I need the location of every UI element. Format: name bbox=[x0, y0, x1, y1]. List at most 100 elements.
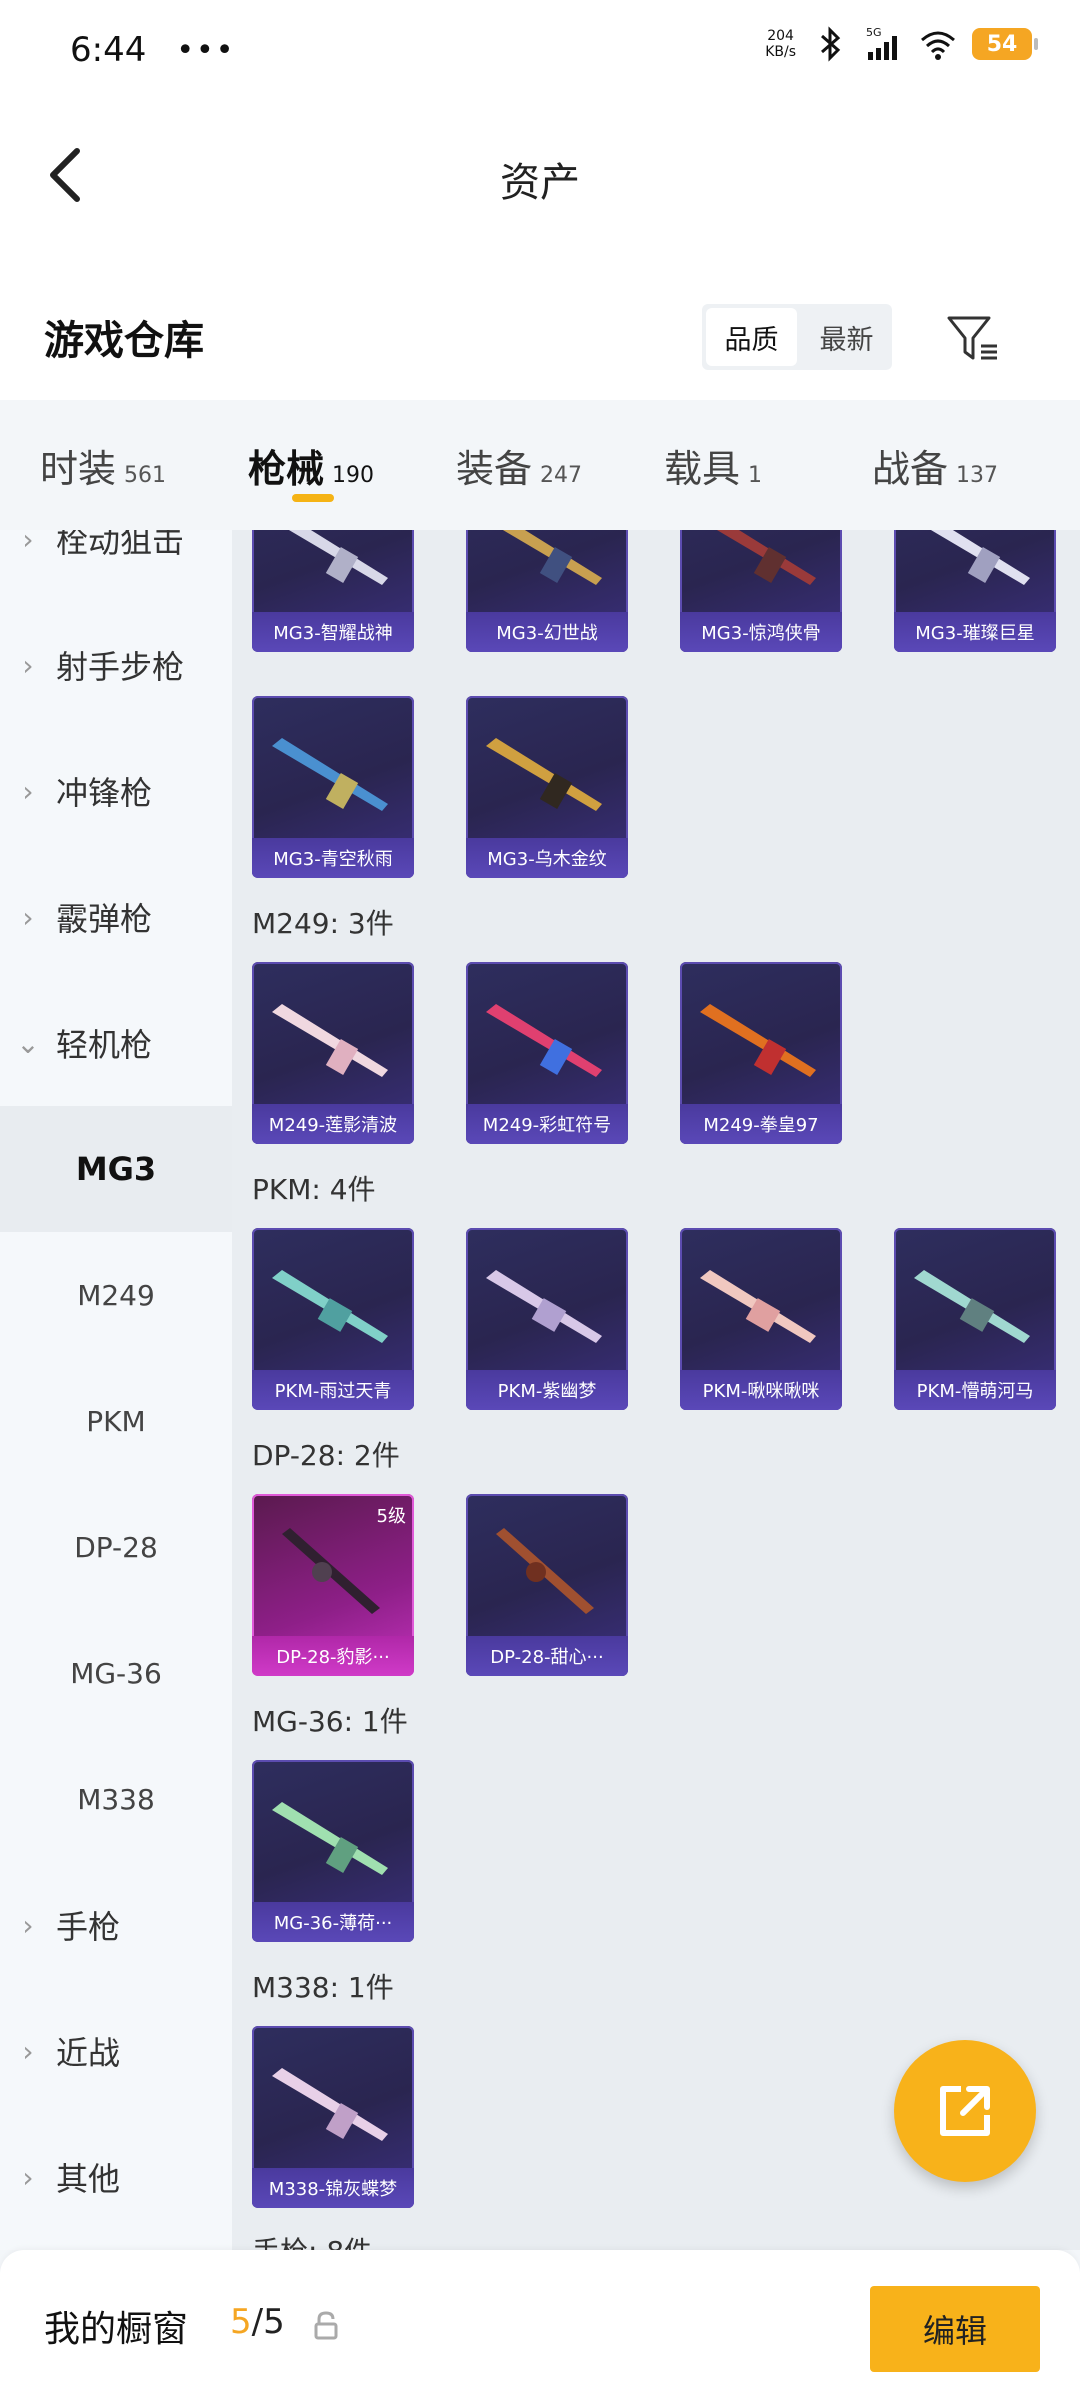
showcase-count: 5/5 bbox=[230, 2302, 285, 2342]
skin-card[interactable]: PKM-雨过天青 bbox=[252, 1228, 414, 1410]
group-label-pistol: 手枪: 8件 bbox=[252, 2230, 372, 2250]
sidebar-item-label: 轻机枪 bbox=[56, 1026, 153, 1064]
chevron-right-icon: › bbox=[22, 1908, 34, 1942]
showcase-bar: 我的橱窗 5/5 编辑 bbox=[0, 2250, 1080, 2400]
skin-card-label: M249-拳皇97 bbox=[680, 1104, 842, 1144]
tab-count: 1 bbox=[748, 462, 763, 488]
machine-gun-icon bbox=[496, 1528, 594, 1614]
sidebar-item-label: 冲锋枪 bbox=[56, 774, 153, 812]
net-speed: 204 KB/s bbox=[765, 28, 796, 60]
battery-indicator: 54 bbox=[972, 28, 1038, 60]
skin-card[interactable]: MG3-璀璨巨星 bbox=[894, 530, 1056, 652]
sidebar-item-smg[interactable]: › 冲锋枪 bbox=[0, 728, 232, 854]
skin-card[interactable]: M249-莲影清波 bbox=[252, 962, 414, 1144]
cell-signal-icon: 5G bbox=[866, 26, 897, 60]
showcase-count-total: /5 bbox=[251, 2302, 285, 2342]
weapon-category-sidebar: › 栓动狙击 › 射手步枪 › 冲锋枪 › 霰弹枪 ⌄ 轻机枪 MG3 M249… bbox=[0, 530, 232, 2250]
category-tabs: 时装 561 枪械 190 装备 247 载具 1 战备 137 bbox=[0, 400, 1080, 530]
skin-card-label: MG3-青空秋雨 bbox=[252, 838, 414, 878]
signal-type-label: 5G bbox=[866, 26, 882, 39]
sidebar-item-label: 近战 bbox=[56, 2034, 121, 2072]
machine-gun-icon bbox=[282, 1528, 380, 1614]
sidebar-item-melee[interactable]: › 近战 bbox=[0, 1988, 232, 2114]
machine-gun-icon bbox=[502, 530, 602, 585]
sidebar-sub-pkm[interactable]: PKM bbox=[0, 1358, 232, 1484]
machine-gun-icon bbox=[930, 530, 1030, 585]
edit-button[interactable]: 编辑 bbox=[870, 2286, 1040, 2372]
active-tab-indicator bbox=[292, 493, 334, 502]
sidebar-item-label: 其他 bbox=[56, 2160, 121, 2198]
external-link-icon bbox=[940, 2086, 990, 2136]
skin-card[interactable]: MG3-智耀战神 bbox=[252, 530, 414, 652]
skin-card[interactable]: DP-28-甜心··· bbox=[466, 1494, 628, 1676]
sidebar-sub-dp28[interactable]: DP-28 bbox=[0, 1484, 232, 1610]
sidebar-item-label: 栓动狙击 bbox=[56, 530, 185, 560]
sidebar-item-other[interactable]: › 其他 bbox=[0, 2114, 232, 2240]
sort-quality-button[interactable]: 品质 bbox=[706, 308, 797, 366]
skin-card-label: M249-彩虹符号 bbox=[466, 1104, 628, 1144]
sort-newest-button[interactable]: 最新 bbox=[801, 304, 892, 370]
skin-card[interactable]: 5级 DP-28-豹影··· bbox=[252, 1494, 414, 1676]
skin-row: MG-36-薄荷··· bbox=[252, 1760, 414, 1942]
machine-gun-icon bbox=[486, 738, 602, 811]
skin-card-label: MG3-璀璨巨星 bbox=[894, 612, 1056, 652]
skin-card[interactable]: MG3-惊鸿侠骨 bbox=[680, 530, 842, 652]
tab-firearms[interactable]: 枪械 190 bbox=[248, 438, 456, 502]
sidebar-sub-m338[interactable]: M338 bbox=[0, 1736, 232, 1862]
tab-count: 247 bbox=[540, 462, 583, 488]
wifi-icon bbox=[921, 31, 955, 60]
tab-label: 载具 bbox=[664, 446, 741, 491]
sidebar-item-shotgun[interactable]: › 霰弹枪 bbox=[0, 854, 232, 980]
skin-row: MG3-智耀战神 MG3-幻世战 MG3-惊鸿侠骨 MG3-璀璨巨星 bbox=[252, 530, 1056, 652]
status-more-dots: ••• bbox=[176, 32, 236, 68]
group-label-m249: M249: 3件 bbox=[252, 907, 394, 940]
tab-fashion[interactable]: 时装 561 bbox=[40, 438, 248, 493]
sidebar-sub-mg36[interactable]: MG-36 bbox=[0, 1610, 232, 1736]
skin-card-label: M249-莲影清波 bbox=[252, 1104, 414, 1144]
skin-card[interactable]: PKM-啾咪啾咪 bbox=[680, 1228, 842, 1410]
sidebar-item-lmg[interactable]: ⌄ 轻机枪 bbox=[0, 980, 232, 1106]
chevron-right-icon: › bbox=[22, 530, 34, 556]
sidebar-item-pistol[interactable]: › 手枪 bbox=[0, 1862, 232, 1988]
share-fab-button[interactable] bbox=[894, 2040, 1036, 2182]
tab-label: 战备 bbox=[872, 446, 949, 491]
skin-card[interactable]: M249-彩虹符号 bbox=[466, 962, 628, 1144]
skin-card-label: PKM-啾咪啾咪 bbox=[680, 1370, 842, 1410]
page-title: 资产 bbox=[500, 160, 580, 206]
skin-card[interactable]: MG3-幻世战 bbox=[466, 530, 628, 652]
machine-gun-icon bbox=[288, 530, 388, 585]
showcase-label: 我的橱窗 bbox=[44, 2309, 189, 2350]
sidebar-sub-mg3[interactable]: MG3 bbox=[0, 1106, 232, 1232]
warehouse-header: 游戏仓库 品质 最新 bbox=[0, 250, 1080, 400]
group-label-mg36: MG-36: 1件 bbox=[252, 1705, 408, 1738]
skin-card[interactable]: MG-36-薄荷··· bbox=[252, 1760, 414, 1942]
tab-vehicles[interactable]: 载具 1 bbox=[664, 438, 872, 493]
chevron-right-icon: › bbox=[22, 2160, 34, 2194]
tab-equipment[interactable]: 装备 247 bbox=[456, 438, 664, 493]
machine-gun-icon bbox=[914, 1270, 1030, 1343]
skin-row: M338-锦灰蝶梦 bbox=[252, 2026, 414, 2208]
skin-card-label: MG3-幻世战 bbox=[466, 612, 628, 652]
filter-button[interactable] bbox=[938, 304, 1008, 374]
skin-card[interactable]: PKM-懵萌河马 bbox=[894, 1228, 1056, 1410]
bluetooth-icon bbox=[821, 26, 841, 62]
machine-gun-icon bbox=[272, 2068, 388, 2141]
skin-row: PKM-雨过天青 PKM-紫幽梦 PKM-啾咪啾咪 PKM-懵萌河马 bbox=[252, 1228, 1056, 1410]
skin-card[interactable]: MG3-乌木金纹 bbox=[466, 696, 628, 878]
chevron-right-icon: › bbox=[22, 900, 34, 934]
machine-gun-icon bbox=[716, 530, 816, 585]
skin-card-label: PKM-紫幽梦 bbox=[466, 1370, 628, 1410]
sidebar-item-bolt-sniper[interactable]: › 栓动狙击 bbox=[0, 530, 232, 602]
sidebar-sub-m249[interactable]: M249 bbox=[0, 1232, 232, 1358]
group-label-pkm: PKM: 4件 bbox=[252, 1173, 376, 1206]
skin-card[interactable]: M249-拳皇97 bbox=[680, 962, 842, 1144]
tab-supplies[interactable]: 战备 137 bbox=[872, 438, 1080, 493]
machine-gun-icon bbox=[486, 1270, 602, 1343]
skin-card[interactable]: M338-锦灰蝶梦 bbox=[252, 2026, 414, 2208]
skin-card[interactable]: MG3-青空秋雨 bbox=[252, 696, 414, 878]
sidebar-item-label: 霰弹枪 bbox=[56, 900, 153, 938]
skin-card-label: MG3-智耀战神 bbox=[252, 612, 414, 652]
sidebar-item-marksman-rifle[interactable]: › 射手步枪 bbox=[0, 602, 232, 728]
status-icons: 204 KB/s 5G 54 bbox=[765, 24, 1038, 64]
skin-card[interactable]: PKM-紫幽梦 bbox=[466, 1228, 628, 1410]
